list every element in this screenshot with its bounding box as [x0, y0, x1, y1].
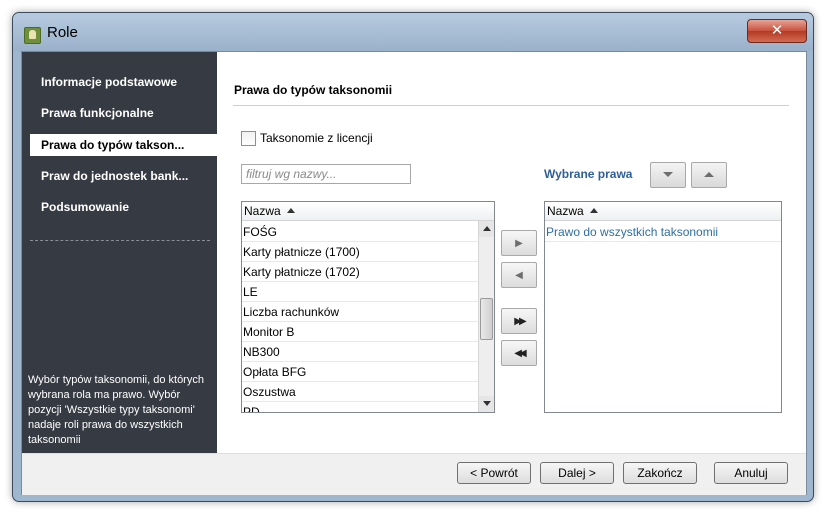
add-all-button[interactable]: ▶▶ — [501, 308, 537, 334]
list-item[interactable]: Prawo do wszystkich taksonomii — [545, 222, 781, 242]
window-title: Role — [47, 24, 78, 41]
sort-ascending-icon — [589, 208, 598, 213]
role-dialog-window: Role ✕ Informacje podstawowe Prawa funkc… — [12, 12, 814, 502]
sidebar-item-basic-info[interactable]: Informacje podstawowe — [22, 71, 217, 93]
wizard-footer: < Powrót Dalej > Zakończ Anuluj — [22, 453, 806, 495]
cancel-button[interactable]: Anuluj — [714, 462, 788, 484]
chevron-down-icon — [663, 172, 673, 177]
scroll-down-button[interactable] — [479, 396, 494, 412]
list-item[interactable]: Liczba rachunków — [242, 302, 478, 322]
available-taxonomies-list: Nazwa FOŚG Karty płatnicze (1700) Karty … — [241, 201, 495, 413]
scrollbar-thumb[interactable] — [480, 298, 493, 340]
list-item[interactable]: Opłata BFG — [242, 362, 478, 382]
list-item[interactable]: Monitor B — [242, 322, 478, 342]
column-name-label: Nazwa — [244, 204, 281, 218]
scroll-up-icon — [483, 226, 491, 231]
step-description: Wybór typów taksonomii, do których wybra… — [28, 374, 204, 446]
next-button[interactable]: Dalej > — [540, 462, 614, 484]
wizard-sidebar: Informacje podstawowe Prawa funkcjonalne… — [22, 52, 217, 453]
scroll-up-button[interactable] — [479, 221, 494, 237]
name-filter-input[interactable]: filtruj wg nazwy... — [241, 164, 411, 184]
list-item[interactable]: Karty płatnicze (1700) — [242, 242, 478, 262]
list-item[interactable]: FOŚG — [242, 222, 478, 242]
list-item[interactable]: NB300 — [242, 342, 478, 362]
licensed-taxonomies-label[interactable]: Taksonomie z licencji — [260, 131, 373, 145]
section-heading: Prawa do typów taksonomii — [234, 83, 393, 97]
move-up-button[interactable] — [691, 162, 727, 188]
list-item[interactable]: PD — [242, 402, 478, 412]
remove-all-button[interactable]: ◀◀ — [501, 340, 537, 366]
arrow-right-icon: ▶ — [515, 238, 523, 249]
double-arrow-right-icon: ▶▶ — [514, 316, 527, 327]
dialog-client-area: Informacje podstawowe Prawa funkcjonalne… — [21, 51, 807, 495]
licensed-taxonomies-checkbox[interactable] — [241, 131, 256, 146]
scroll-down-icon — [483, 401, 491, 406]
header-corner — [478, 202, 494, 221]
selected-rights-title: Wybrane prawa — [544, 167, 633, 181]
role-app-icon — [24, 27, 41, 44]
chevron-up-icon — [704, 172, 714, 177]
selected-list-header[interactable]: Nazwa — [545, 202, 781, 221]
finish-button[interactable]: Zakończ — [623, 462, 697, 484]
sidebar-divider — [30, 240, 210, 241]
sort-ascending-icon — [286, 208, 295, 213]
double-arrow-left-icon: ◀◀ — [514, 348, 527, 359]
vertical-scrollbar[interactable] — [478, 221, 494, 412]
move-down-button[interactable] — [650, 162, 686, 188]
close-button[interactable]: ✕ — [747, 19, 807, 43]
list-item[interactable]: Oszustwa — [242, 382, 478, 402]
column-name-label: Nazwa — [547, 204, 584, 218]
selected-rights-list: Nazwa Prawo do wszystkich taksonomii — [544, 201, 782, 413]
back-button[interactable]: < Powrót — [457, 462, 531, 484]
list-item[interactable]: LE — [242, 282, 478, 302]
add-selected-button[interactable]: ▶ — [501, 230, 537, 256]
available-list-header[interactable]: Nazwa — [242, 202, 478, 221]
list-item[interactable]: Karty płatnicze (1702) — [242, 262, 478, 282]
arrow-left-icon: ◀ — [515, 270, 523, 281]
sidebar-item-functional-rights[interactable]: Prawa funkcjonalne — [22, 102, 217, 124]
title-bar[interactable]: Role ✕ — [13, 13, 813, 51]
sidebar-item-bank-unit-rights[interactable]: Praw do jednostek bank... — [22, 165, 217, 187]
sidebar-item-taxonomy-rights[interactable]: Prawa do typów takson... — [30, 134, 217, 156]
remove-selected-button[interactable]: ◀ — [501, 262, 537, 288]
heading-divider — [233, 105, 789, 106]
sidebar-item-summary[interactable]: Podsumowanie — [22, 196, 217, 218]
